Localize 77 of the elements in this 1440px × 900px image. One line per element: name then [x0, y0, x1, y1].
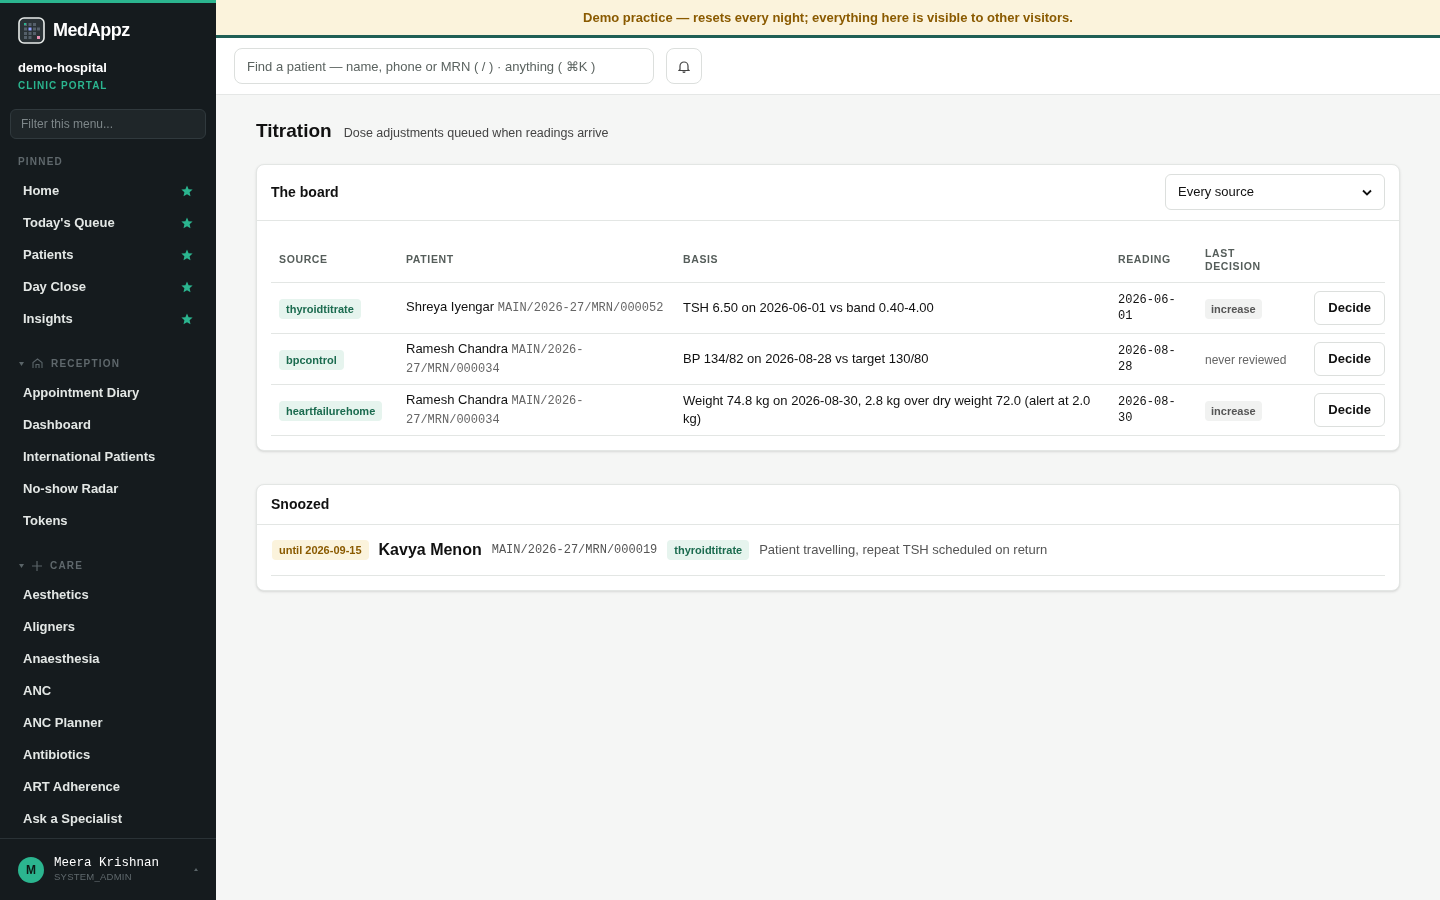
plus-icon: [32, 560, 42, 571]
nav-item[interactable]: Tokens: [10, 504, 206, 537]
table-cell: TSH 6.50 on 2026-06-01 vs band 0.40-4.00: [675, 282, 1110, 334]
decide-button[interactable]: Decide: [1314, 290, 1385, 325]
org-name: demo-hospital: [18, 59, 108, 77]
nav-item[interactable]: International Patients: [10, 440, 206, 473]
source-tag: thyroidtitrate: [279, 298, 361, 320]
page-title: Titration: [256, 119, 332, 143]
decision-tag: increase: [1205, 400, 1262, 422]
star-icon[interactable]: [181, 216, 193, 229]
nav-item[interactable]: No-show Radar: [10, 472, 206, 505]
card-title: Snoozed: [271, 494, 330, 514]
logo-icon: [18, 17, 45, 44]
nav-item[interactable]: Aesthetics: [10, 578, 206, 611]
source-tag: bpcontrol: [279, 349, 344, 371]
source-dropdown[interactable]: Every source: [1165, 174, 1385, 210]
nav-item[interactable]: Insights: [10, 302, 206, 335]
table-cell: BP 134/82 on 2026-08-28 vs target 130/80: [675, 333, 1110, 385]
user-role: SYSTEM_ADMIN: [54, 871, 133, 884]
star-icon[interactable]: [181, 184, 193, 197]
notifications-button[interactable]: [666, 48, 702, 84]
snooze-note: Patient travelling, repeat TSH scheduled on return: [759, 541, 1048, 560]
caret-icon[interactable]: [194, 868, 198, 871]
search-field[interactable]: Find a patient — name, phone or MRN ( / ) · anything ( ⌘K ): [234, 48, 654, 84]
mrn-text: MAIN/2026-27/MRN/000019: [491, 541, 658, 559]
column-header: READING: [1110, 238, 1197, 283]
section-label: CARE: [50, 559, 84, 573]
column-header: LAST DECISION: [1197, 238, 1299, 283]
patient-cell: Ramesh Chandra MAIN/2026-27/MRN/000034: [398, 384, 675, 436]
nav-item[interactable]: Antibiotics: [10, 738, 206, 771]
decision-tag: increase: [1205, 298, 1262, 320]
page-subtitle: Dose adjustments queued when readings arrive: [343, 125, 609, 142]
column-header: PATIENT: [398, 238, 675, 283]
menu-filter-field[interactable]: Filter this menu...: [10, 108, 206, 139]
user-name: Meera Krishnan: [54, 855, 161, 872]
chevron-down-icon: [1362, 188, 1372, 196]
nav-item[interactable]: Appointment Diary: [10, 376, 206, 409]
table-cell-text: 2026-08-30: [1118, 393, 1177, 426]
decide-button[interactable]: Decide: [1314, 341, 1385, 376]
star-icon[interactable]: [181, 312, 193, 325]
patient-cell: Shreya Iyengar MAIN/2026-27/MRN/000052: [398, 282, 675, 334]
card-title: The board: [271, 182, 339, 202]
caret-icon[interactable]: [18, 361, 24, 366]
table-cell: Weight 74.8 kg on 2026-08-30, 2.8 kg over dry weight 72.0 (alert at 2.0 kg): [675, 384, 1110, 436]
source-tag: heartfailurehome: [279, 400, 383, 422]
nav-item[interactable]: ANC: [10, 674, 206, 707]
nav-item[interactable]: ART Adherence: [10, 770, 206, 803]
decide-button[interactable]: Decide: [1314, 392, 1385, 427]
nav-item[interactable]: ANC Planner: [10, 706, 206, 739]
nav-item[interactable]: Patients: [10, 238, 206, 271]
nav-item[interactable]: Dashboard: [10, 408, 206, 441]
section-label: PINNED: [18, 155, 63, 169]
patient-cell: Ramesh Chandra MAIN/2026-27/MRN/000034: [398, 333, 675, 385]
column-header: SOURCE: [271, 238, 398, 283]
brand-name: MedAppz: [53, 19, 130, 42]
nav-item[interactable]: Anaesthesia: [10, 642, 206, 675]
star-icon[interactable]: [181, 280, 193, 293]
nav-item[interactable]: Ask a Specialist: [10, 802, 206, 835]
source-tag: thyroidtitrate: [667, 539, 750, 561]
snooze-date-tag: until 2026-09-15: [272, 539, 369, 561]
caret-icon[interactable]: [18, 563, 24, 568]
table-cell-text: 2026-08-28: [1118, 342, 1177, 375]
patient-name: Kavya Menon: [378, 539, 482, 560]
nav-item[interactable]: Home: [10, 174, 206, 207]
portal-label: CLINIC PORTAL: [18, 78, 109, 93]
column-header: BASIS: [675, 238, 1110, 283]
nav-item[interactable]: Today's Queue: [10, 206, 206, 239]
nav-item[interactable]: Day Close: [10, 270, 206, 303]
star-icon[interactable]: [181, 248, 193, 261]
decision-text: never reviewed: [1205, 352, 1287, 367]
section-label: RECEPTION: [51, 357, 121, 371]
bell-icon: [678, 59, 690, 73]
house-icon: [32, 358, 43, 369]
user-avatar: M: [18, 856, 44, 883]
demo-banner: Demo practice — resets every night; everything here is visible to other visitors.: [216, 0, 1440, 38]
table-cell-text: 2026-06-01: [1118, 291, 1177, 324]
nav-item[interactable]: Aligners: [10, 610, 206, 643]
